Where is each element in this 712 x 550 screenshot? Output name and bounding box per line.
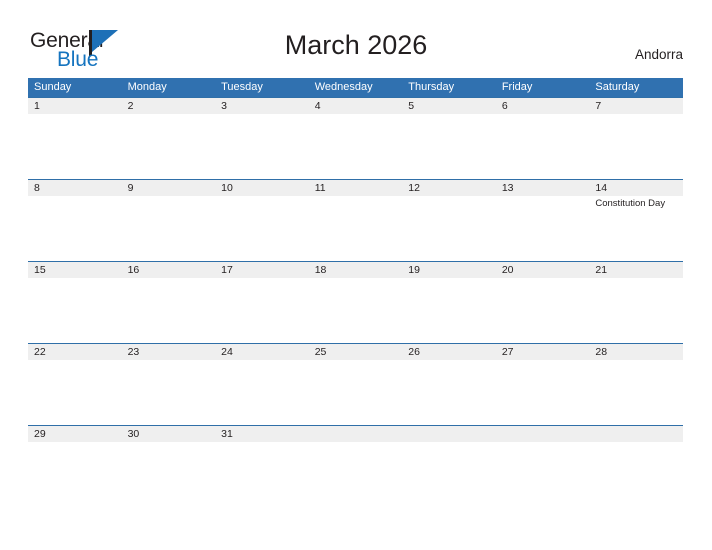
- weekday-header-thursday: Thursday: [408, 81, 455, 93]
- weekday-header-wednesday: Wednesday: [314, 81, 373, 93]
- calendar-day-cell[interactable]: 30: [122, 426, 216, 507]
- calendar-day-cell[interactable]: 27: [496, 344, 590, 425]
- day-number: 22: [34, 346, 46, 358]
- day-number: 13: [501, 182, 514, 194]
- calendar-day-cell-empty: [309, 426, 403, 507]
- calendar-week-row: 1 2 3 4 5 6 7: [28, 97, 683, 179]
- day-number: 29: [34, 428, 46, 440]
- day-number: 15: [34, 264, 46, 276]
- calendar-day-cell[interactable]: 8: [28, 180, 122, 261]
- calendar-day-cell-empty: [496, 426, 590, 507]
- day-number: 20: [501, 264, 514, 276]
- day-number: 28: [595, 346, 608, 358]
- day-number: 9: [127, 182, 134, 194]
- calendar-day-cell[interactable]: 24: [215, 344, 309, 425]
- day-number: 12: [408, 182, 420, 194]
- calendar-day-cell[interactable]: 20: [496, 262, 590, 343]
- day-number: 4: [314, 100, 321, 112]
- weekday-header-saturday: Saturday: [595, 81, 640, 93]
- calendar-day-cell[interactable]: 29: [28, 426, 122, 507]
- page-header: General Blue March 2026 Andorra: [0, 0, 712, 78]
- calendar-day-cell[interactable]: 7: [589, 98, 683, 179]
- calendar-day-cell[interactable]: 13: [496, 180, 590, 261]
- day-number: 1: [34, 100, 40, 112]
- calendar-day-cell[interactable]: 12: [402, 180, 496, 261]
- calendar-day-cell[interactable]: 10: [215, 180, 309, 261]
- day-number: 25: [314, 346, 327, 358]
- country-label: Andorra: [634, 47, 683, 62]
- day-number: 30: [127, 428, 140, 440]
- calendar-day-cell[interactable]: 1: [28, 98, 122, 179]
- calendar-day-cell[interactable]: 9: [122, 180, 216, 261]
- day-number: 11: [314, 182, 326, 194]
- day-number: 18: [314, 264, 327, 276]
- calendar-day-cell[interactable]: 28: [589, 344, 683, 425]
- calendar-day-cell[interactable]: 25: [309, 344, 403, 425]
- day-number: 8: [34, 182, 40, 194]
- day-number: 31: [221, 428, 233, 440]
- calendar-day-cell[interactable]: 22: [28, 344, 122, 425]
- calendar-week-row: 15 16 17 18 19 20 21: [28, 261, 683, 343]
- day-number: 7: [595, 100, 602, 112]
- calendar-week-row: 29 30 31: [28, 425, 683, 507]
- day-number: 6: [501, 100, 508, 112]
- calendar-day-cell[interactable]: 2: [122, 98, 216, 179]
- day-number: 26: [408, 346, 420, 358]
- calendar-day-cell[interactable]: 6: [496, 98, 590, 179]
- calendar-day-cell[interactable]: 18: [309, 262, 403, 343]
- calendar-day-cell[interactable]: 4: [309, 98, 403, 179]
- calendar-day-cell[interactable]: 16: [122, 262, 216, 343]
- calendar-day-cell[interactable]: 11: [309, 180, 403, 261]
- weekday-header-row: Sunday Monday Tuesday Wednesday Thursday…: [28, 78, 683, 97]
- day-number: 23: [127, 346, 140, 358]
- calendar-day-cell-empty: [402, 426, 496, 507]
- day-number: 21: [595, 264, 608, 276]
- calendar-day-cell[interactable]: 31: [215, 426, 309, 507]
- day-number: 2: [127, 100, 134, 112]
- day-number: 16: [127, 264, 140, 276]
- calendar-day-cell[interactable]: 19: [402, 262, 496, 343]
- calendar-day-cell[interactable]: 5: [402, 98, 496, 179]
- day-event-label: Constitution Day: [595, 198, 666, 209]
- calendar-day-cell-empty: [589, 426, 683, 507]
- day-number: 24: [221, 346, 233, 358]
- calendar-week-row: 22 23 24 25 26 27 28: [28, 343, 683, 425]
- calendar-day-cell[interactable]: 26: [402, 344, 496, 425]
- calendar-day-cell[interactable]: 15: [28, 262, 122, 343]
- day-number: 10: [221, 182, 233, 194]
- calendar-day-cell[interactable]: 17: [215, 262, 309, 343]
- calendar-day-cell[interactable]: 23: [122, 344, 216, 425]
- day-number: 19: [408, 264, 420, 276]
- day-number: 27: [501, 346, 514, 358]
- calendar-day-cell[interactable]: 3: [215, 98, 309, 179]
- weekday-header-friday: Friday: [501, 81, 533, 93]
- day-number: 5: [408, 100, 415, 112]
- calendar-grid: Sunday Monday Tuesday Wednesday Thursday…: [28, 78, 683, 507]
- calendar-day-cell[interactable]: 21: [589, 262, 683, 343]
- calendar-day-cell[interactable]: 14 Constitution Day: [589, 180, 683, 261]
- calendar-week-row: 8 9 10 11 12 13 14 Constitution Day: [28, 179, 683, 261]
- weekday-header-monday: Monday: [127, 81, 167, 93]
- day-number: 17: [221, 264, 233, 276]
- page-title: March 2026: [284, 30, 428, 60]
- day-number: 14: [595, 182, 608, 194]
- weekday-header-sunday: Sunday: [34, 81, 72, 93]
- day-number: 3: [221, 100, 227, 112]
- weekday-header-tuesday: Tuesday: [221, 81, 263, 93]
